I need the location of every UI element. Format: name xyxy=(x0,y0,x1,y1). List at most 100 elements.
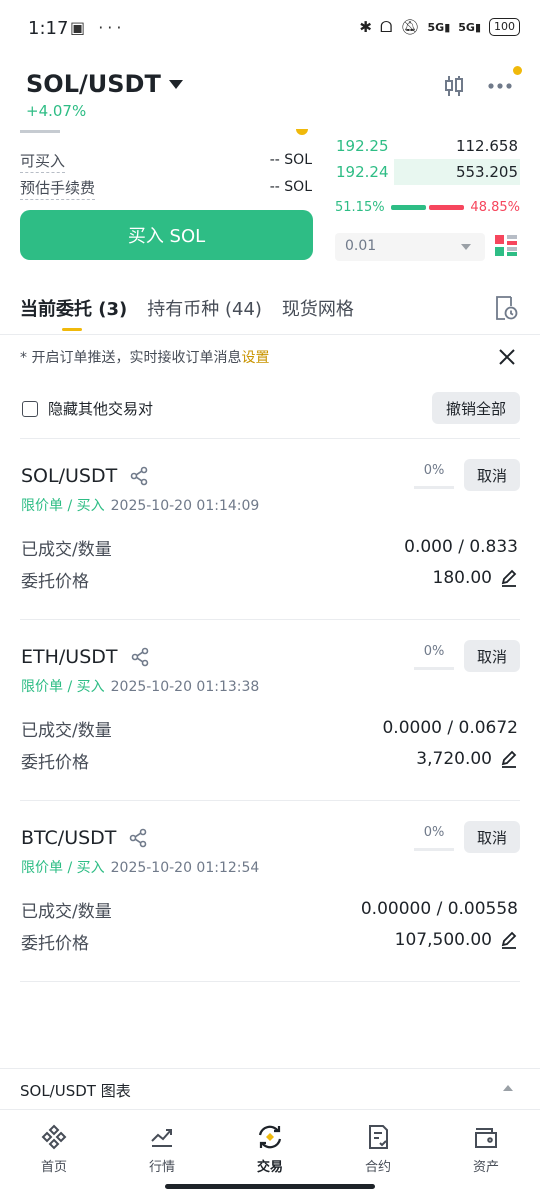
nav-markets-label: 行情 xyxy=(148,1160,175,1175)
tab-open-orders[interactable]: 当前委托 (3) xyxy=(20,295,127,331)
order-pair-label: SOL/USDT xyxy=(21,465,118,487)
nav-assets-label: 资产 xyxy=(472,1160,499,1175)
share-icon[interactable] xyxy=(128,828,148,848)
price-value: 180.00 xyxy=(433,568,518,588)
chart-toggle[interactable]: SOL/USDT 图表 xyxy=(0,1068,540,1110)
precision-value: 0.01 xyxy=(345,238,377,254)
edit-icon[interactable] xyxy=(500,750,518,768)
fee-label: 预估手续费 xyxy=(20,177,96,200)
system-icons: ✱ ᗝ 🔕︎ 5G▮ 5G▮ 100 xyxy=(359,18,520,36)
edit-icon[interactable] xyxy=(500,931,518,949)
tabs-divider xyxy=(0,334,540,335)
orderbook-layout-icon[interactable] xyxy=(495,235,517,257)
push-notice: * 开启订单推送，实时接收订单消息设置 xyxy=(20,347,269,367)
edit-icon[interactable] xyxy=(500,569,518,587)
bid-qty: 553.205 xyxy=(455,163,518,181)
order-pair: SOL/USDT xyxy=(21,465,149,487)
tab-holdings[interactable]: 持有币种 (44) xyxy=(147,295,262,321)
order-time: 2025-10-20 01:13:38 xyxy=(110,679,260,695)
cancel-order-button[interactable]: 取消 xyxy=(464,459,520,491)
chart-toggle-label: SOL/USDT 图表 xyxy=(20,1082,131,1100)
trade-icon xyxy=(258,1125,282,1149)
order-progress-bar xyxy=(414,486,454,489)
order-progress-bar xyxy=(414,848,454,851)
filled-value: 0.0000 / 0.0672 xyxy=(382,718,518,738)
order-tabs: 当前委托 (3) 持有币种 (44) 现货网格 xyxy=(20,295,354,331)
close-icon[interactable] xyxy=(498,348,518,368)
chevron-down-icon xyxy=(461,244,471,250)
home-indicator xyxy=(165,1184,375,1189)
orderbook-row[interactable]: 192.25 112.658 xyxy=(335,133,520,159)
bid-price: 192.24 xyxy=(336,163,389,181)
order-progress: 0% xyxy=(423,644,445,659)
signal-1: 5G▮ xyxy=(427,20,451,34)
order-time: 2025-10-20 01:14:09 xyxy=(110,498,260,514)
battery-icon: 100 xyxy=(489,18,520,36)
notice-text: * 开启订单推送，实时接收订单消息 xyxy=(20,350,242,366)
pair-selector[interactable]: SOL/USDT xyxy=(26,70,183,98)
filled-label: 已成交/数量 xyxy=(21,540,112,560)
order-card: ETH/USDT 限价单 / 买入 2025-10-20 01:13:38 0% … xyxy=(0,620,540,801)
cancel-order-button[interactable]: 取消 xyxy=(464,640,520,672)
order-divider xyxy=(20,981,520,982)
fee-value: -- SOL xyxy=(269,179,312,195)
buy-ratio-bar xyxy=(390,205,426,210)
hide-other-pairs[interactable]: 隐藏其他交易对 xyxy=(22,398,153,419)
price-value: 3,720.00 xyxy=(416,749,518,769)
cancel-order-button[interactable]: 取消 xyxy=(464,821,520,853)
nav-home[interactable]: 首页 xyxy=(0,1112,108,1200)
status-time: 1:17 xyxy=(28,18,69,39)
clipped-row xyxy=(20,128,310,134)
notification-icons: ▣ ··· xyxy=(70,18,126,37)
buy-sell-ratio: 51.15% 48.85% xyxy=(335,200,520,215)
candlestick-chart-icon[interactable] xyxy=(440,72,468,100)
buy-ratio: 51.15% xyxy=(335,200,385,215)
order-pair-label: ETH/USDT xyxy=(21,646,118,668)
share-icon[interactable] xyxy=(130,647,150,667)
sell-ratio-bar xyxy=(429,205,465,210)
signal-2: 5G▮ xyxy=(458,20,481,34)
cancel-all-button[interactable]: 撤销全部 xyxy=(432,392,520,424)
earbuds-icon: ᗝ xyxy=(380,18,393,36)
orderbook-row[interactable]: 192.24 553.205 xyxy=(335,159,520,185)
sell-ratio: 48.85% xyxy=(470,200,520,215)
notification-dot xyxy=(513,66,522,75)
pair-change: +4.07% xyxy=(26,102,87,120)
hide-other-pairs-checkbox[interactable] xyxy=(22,400,38,417)
price-label: 委托价格 xyxy=(21,934,89,954)
notice-settings-link[interactable]: 设置 xyxy=(241,350,269,366)
chevron-up-icon xyxy=(503,1085,513,1091)
price-label: 委托价格 xyxy=(21,753,89,773)
filled-value: 0.00000 / 0.00558 xyxy=(360,899,518,919)
order-card: SOL/USDT 限价单 / 买入 2025-10-20 01:14:09 0% … xyxy=(0,439,540,620)
precision-select[interactable]: 0.01 xyxy=(335,233,485,261)
available-label: 可买入 xyxy=(20,150,66,173)
filled-label: 已成交/数量 xyxy=(21,721,112,741)
pair-title: SOL/USDT xyxy=(26,70,161,98)
mute-icon: 🔕︎ xyxy=(400,18,420,36)
nav-futures-label: 合约 xyxy=(364,1160,391,1175)
bluetooth-icon: ✱ xyxy=(359,18,372,36)
order-progress: 0% xyxy=(423,463,445,478)
available-value: -- SOL xyxy=(269,152,312,168)
buy-button[interactable]: 买入 SOL xyxy=(20,210,313,260)
order-card: BTC/USDT 限价单 / 买入 2025-10-20 01:12:54 0% … xyxy=(0,801,540,982)
hide-other-pairs-label: 隐藏其他交易对 xyxy=(48,400,154,418)
more-icon[interactable] xyxy=(486,66,522,100)
order-history-icon[interactable] xyxy=(494,295,518,321)
chevron-down-icon xyxy=(168,79,183,89)
filled-value: 0.000 / 0.833 xyxy=(404,537,518,557)
futures-icon xyxy=(369,1125,388,1149)
order-pair-label: BTC/USDT xyxy=(21,827,117,849)
share-icon[interactable] xyxy=(129,466,149,486)
price-value: 107,500.00 xyxy=(395,930,518,950)
order-type: 限价单 / 买入 xyxy=(21,860,105,876)
order-pair: BTC/USDT xyxy=(21,827,148,849)
nav-assets[interactable]: 资产 xyxy=(432,1112,540,1200)
order-type: 限价单 / 买入 xyxy=(21,679,105,695)
wallet-icon xyxy=(475,1128,497,1148)
tab-spot-grid[interactable]: 现货网格 xyxy=(282,295,354,321)
order-meta: 限价单 / 买入 2025-10-20 01:14:09 xyxy=(21,495,259,515)
home-icon xyxy=(41,1124,67,1150)
order-meta: 限价单 / 买入 2025-10-20 01:12:54 xyxy=(21,857,259,877)
